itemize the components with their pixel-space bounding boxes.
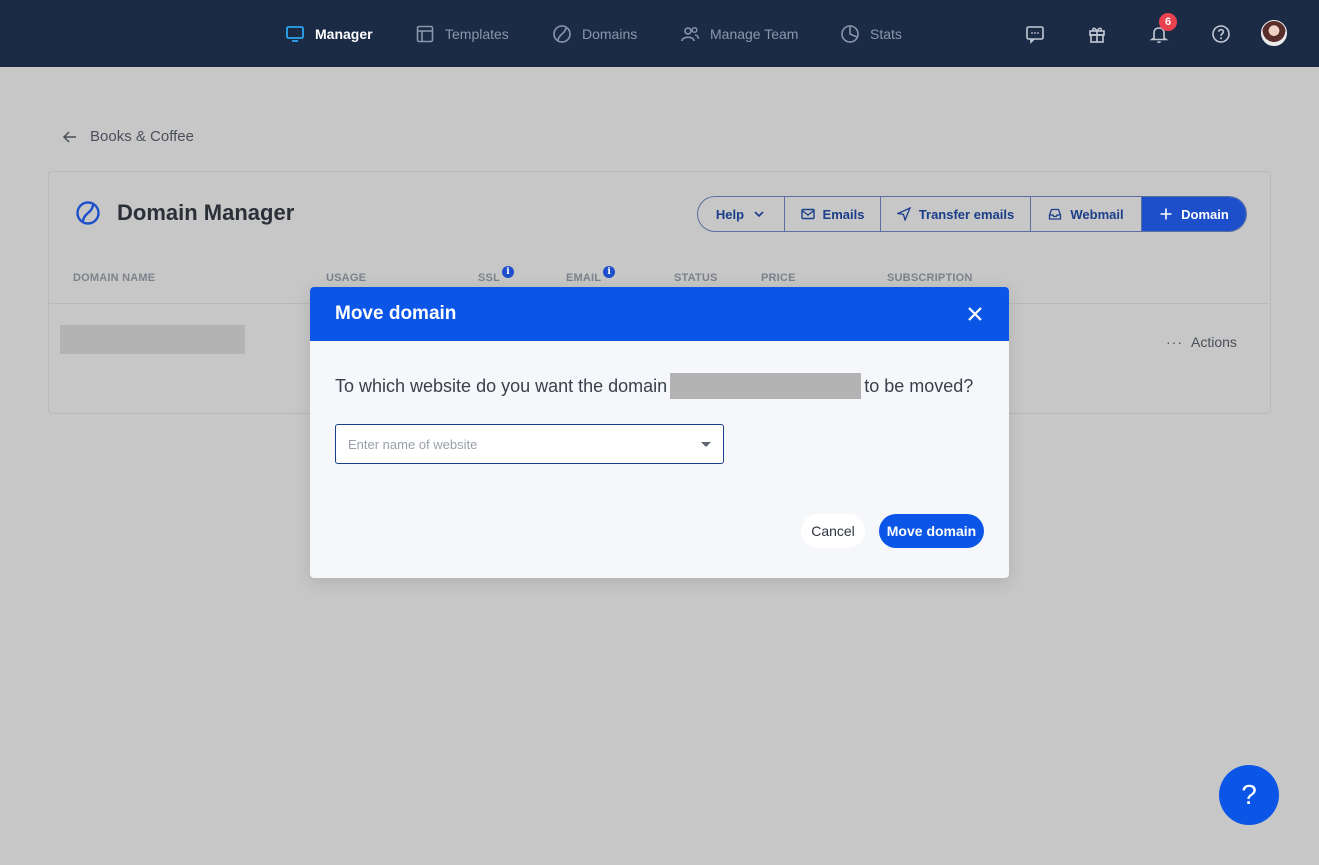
nav-item-label: Manage Team bbox=[710, 25, 799, 42]
column-header-usage[interactable]: USAGE bbox=[326, 272, 366, 284]
modal-title: Move domain bbox=[335, 303, 457, 324]
transfer-emails-button-label: Transfer emails bbox=[918, 206, 1015, 222]
arrow-left-icon bbox=[62, 130, 76, 143]
nav-item-label: Templates bbox=[445, 25, 509, 42]
breadcrumb-back-link[interactable]: Books & Coffee bbox=[62, 128, 194, 145]
add-domain-button[interactable]: Domain bbox=[1142, 197, 1246, 231]
emails-button-label: Emails bbox=[822, 206, 865, 222]
add-domain-button-label: Domain bbox=[1181, 206, 1229, 222]
column-header-email[interactable]: EMAIL i bbox=[566, 266, 616, 284]
webmail-button-label: Webmail bbox=[1070, 206, 1124, 222]
send-icon bbox=[896, 207, 911, 221]
question-text-after: to be moved? bbox=[864, 375, 974, 396]
globe-icon bbox=[553, 24, 571, 43]
nav-item-label: Stats bbox=[870, 25, 902, 42]
pie-chart-icon bbox=[841, 24, 859, 43]
domain-toolbar: Help Emails Transfer emails Webmail Doma… bbox=[697, 196, 1247, 232]
top-nav-bar: Manager Templates Domains Manage Team St… bbox=[0, 0, 1319, 67]
chevron-down-icon bbox=[754, 211, 764, 218]
nav-item-stats[interactable]: Stats bbox=[840, 0, 902, 67]
info-icon[interactable]: i bbox=[502, 266, 514, 278]
modal-question: To which website do you want the domain … bbox=[335, 373, 973, 399]
emails-button[interactable]: Emails bbox=[785, 197, 881, 231]
column-header-price[interactable]: PRICE bbox=[761, 272, 796, 284]
redacted-domain bbox=[670, 373, 862, 399]
modal-header: Move domain bbox=[310, 287, 1009, 341]
help-button-label: Help bbox=[715, 206, 745, 222]
website-select[interactable]: Enter name of website bbox=[335, 424, 724, 464]
page-title-text: Domain Manager bbox=[117, 200, 295, 225]
avatar[interactable] bbox=[1261, 20, 1287, 46]
gift-icon[interactable] bbox=[1085, 22, 1109, 46]
plus-icon bbox=[1160, 208, 1172, 220]
column-header-ssl[interactable]: SSL i bbox=[478, 266, 514, 284]
website-select-placeholder: Enter name of website bbox=[348, 436, 478, 452]
column-header-domain-name[interactable]: DOMAIN NAME bbox=[73, 272, 155, 284]
column-header-ssl-label: SSL bbox=[478, 272, 500, 284]
row-actions-button[interactable]: ··· Actions bbox=[1166, 334, 1237, 350]
caret-down-icon bbox=[701, 441, 711, 447]
inbox-icon bbox=[1049, 208, 1062, 220]
nav-item-manager[interactable]: Manager bbox=[285, 0, 373, 67]
nav-item-label: Domains bbox=[582, 25, 638, 42]
help-circle-icon[interactable] bbox=[1209, 22, 1233, 46]
question-text-before: To which website do you want the domain bbox=[335, 375, 668, 396]
bell-icon[interactable]: 6 bbox=[1147, 13, 1177, 46]
row-actions-label: Actions bbox=[1191, 334, 1237, 350]
page-title: Domain Manager bbox=[75, 200, 294, 226]
redacted-domain-name bbox=[60, 325, 245, 354]
template-icon bbox=[416, 25, 434, 42]
more-horizontal-icon: ··· bbox=[1166, 334, 1183, 350]
nav-item-label: Manager bbox=[315, 25, 373, 42]
help-fab-button[interactable]: ? bbox=[1219, 765, 1279, 825]
chat-icon[interactable] bbox=[1023, 22, 1047, 46]
mail-icon bbox=[800, 208, 815, 220]
nav-item-templates[interactable]: Templates bbox=[415, 0, 509, 67]
column-header-email-label: EMAIL bbox=[566, 272, 602, 284]
column-header-status[interactable]: STATUS bbox=[674, 272, 718, 284]
move-domain-modal: Move domain To which website do you want… bbox=[310, 287, 1009, 578]
nav-item-domains[interactable]: Domains bbox=[552, 0, 637, 67]
globe-icon bbox=[76, 201, 100, 225]
column-header-subscription[interactable]: SUBSCRIPTION bbox=[887, 272, 973, 284]
webmail-button[interactable]: Webmail bbox=[1031, 197, 1142, 231]
monitor-icon bbox=[286, 25, 304, 42]
cancel-button[interactable]: Cancel bbox=[801, 514, 865, 548]
close-icon[interactable] bbox=[966, 305, 984, 323]
transfer-emails-button[interactable]: Transfer emails bbox=[881, 197, 1031, 231]
info-icon[interactable]: i bbox=[603, 266, 616, 278]
nav-item-manage-team[interactable]: Manage Team bbox=[680, 0, 798, 67]
breadcrumb-label: Books & Coffee bbox=[90, 128, 194, 145]
move-domain-button[interactable]: Move domain bbox=[879, 514, 984, 548]
team-icon bbox=[681, 26, 700, 41]
notification-badge: 6 bbox=[1159, 13, 1177, 31]
help-dropdown-button[interactable]: Help bbox=[698, 197, 785, 231]
